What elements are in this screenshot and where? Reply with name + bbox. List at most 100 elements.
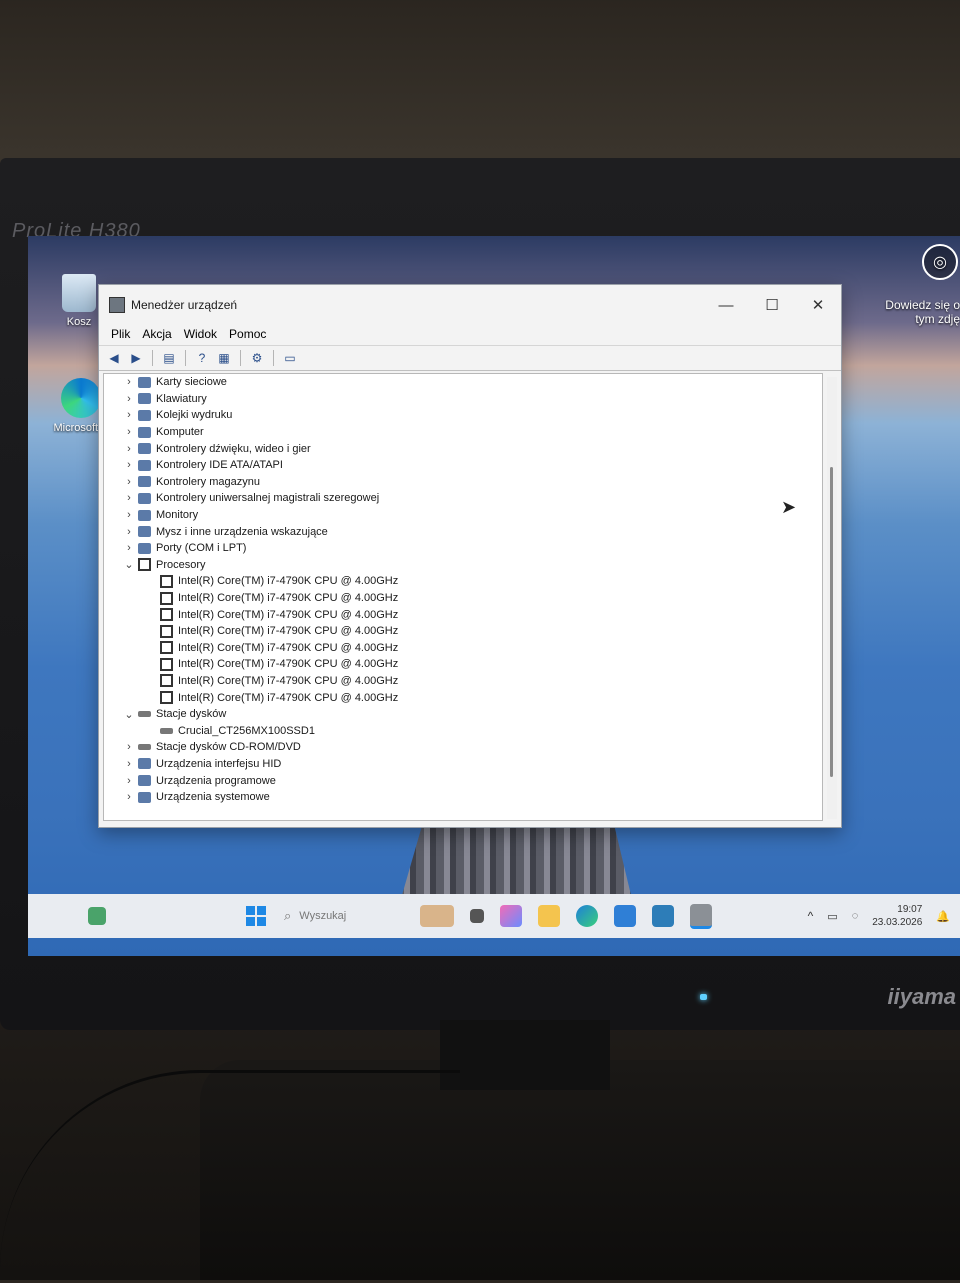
toolbar-divider — [273, 350, 274, 366]
monitor-icon[interactable]: ▭ — [281, 349, 299, 367]
tree-item[interactable]: › Komputer — [104, 424, 822, 441]
taskbar: ⌕ Wyszukaj ^ ▭ ◌ 19:07 23.03.2026 🔔 — [28, 894, 960, 938]
chevron-right-icon[interactable]: › — [122, 492, 136, 504]
scan-hardware-icon[interactable]: ⚙ — [248, 349, 266, 367]
tree-item-label: Urządzenia interfejsu HID — [156, 757, 282, 770]
cpu-icon — [160, 641, 173, 655]
tree-item[interactable]: Intel(R) Core(TM) i7-4790K CPU @ 4.00GHz — [104, 590, 822, 607]
keyboard-icon — [138, 393, 151, 405]
desktop-icon-label: Kosz — [66, 316, 92, 328]
chevron-right-icon[interactable]: › — [122, 741, 136, 753]
edge-taskbar-icon[interactable] — [576, 905, 598, 927]
copilot-icon[interactable] — [500, 905, 522, 927]
cpu-icon — [160, 691, 173, 705]
chevron-right-icon[interactable]: › — [122, 526, 136, 538]
menu-pomoc[interactable]: Pomoc — [223, 325, 272, 345]
clock[interactable]: 19:07 23.03.2026 — [872, 903, 922, 929]
chevron-right-icon[interactable]: › — [122, 409, 136, 421]
close-button[interactable]: ✕ — [795, 296, 841, 314]
tree-item-label: Intel(R) Core(TM) i7-4790K CPU @ 4.00GHz — [178, 625, 399, 638]
tree-item[interactable]: › Mysz i inne urządzenia wskazujące — [104, 523, 822, 540]
tree-item[interactable]: › Porty (COM i LPT) — [104, 540, 822, 557]
disk-drive-icon — [160, 727, 173, 734]
chevron-right-icon[interactable]: › — [122, 791, 136, 803]
task-view-icon[interactable] — [470, 909, 484, 923]
menu-widok[interactable]: Widok — [178, 325, 223, 345]
tree-item-label: Stacje dysków CD-ROM/DVD — [156, 741, 301, 754]
widgets-icon[interactable] — [88, 907, 106, 925]
chevron-right-icon[interactable]: › — [122, 393, 136, 405]
usb-icon — [138, 492, 151, 504]
chevron-down-icon[interactable]: ⌄ — [122, 708, 136, 721]
tree-item[interactable]: Intel(R) Core(TM) i7-4790K CPU @ 4.00GHz — [104, 606, 822, 623]
ide-controller-icon — [138, 459, 151, 471]
minimize-button[interactable]: — — [703, 297, 749, 314]
menu-akcja[interactable]: Akcja — [136, 325, 177, 345]
tree-item[interactable]: Crucial_CT256MX100SSD1 — [104, 722, 822, 739]
tree-item[interactable]: Intel(R) Core(TM) i7-4790K CPU @ 4.00GHz — [104, 656, 822, 673]
tree-item-label: Kontrolery magazynu — [156, 475, 260, 488]
chevron-right-icon[interactable]: › — [122, 376, 136, 388]
network-icon[interactable]: ▭ — [827, 910, 837, 923]
tree-item[interactable]: Intel(R) Core(TM) i7-4790K CPU @ 4.00GHz — [104, 573, 822, 590]
notification-bell-icon[interactable]: 🔔 — [936, 910, 950, 923]
tree-item[interactable]: Intel(R) Core(TM) i7-4790K CPU @ 4.00GHz — [104, 623, 822, 640]
tree-item[interactable]: › Kolejki wydruku — [104, 407, 822, 424]
tree-item[interactable]: › Monitory — [104, 507, 822, 524]
tree-item-label: Intel(R) Core(TM) i7-4790K CPU @ 4.00GHz — [178, 592, 399, 605]
tree-item[interactable]: › Urządzenia programowe — [104, 772, 822, 789]
help-icon[interactable]: ? — [193, 349, 211, 367]
menu-plik[interactable]: Plik — [105, 325, 136, 345]
chevron-right-icon[interactable]: › — [122, 476, 136, 488]
back-arrow-icon[interactable]: ◀ — [105, 349, 123, 367]
monitor-app-icon[interactable] — [652, 905, 674, 927]
printer-icon — [138, 409, 151, 421]
tree-item[interactable]: › Kontrolery uniwersalnej magistrali szer… — [104, 490, 822, 507]
maximize-button[interactable]: ☐ — [749, 296, 795, 314]
tree-item[interactable]: ⌄ Stacje dysków — [104, 706, 822, 723]
volume-icon[interactable]: ◌ — [852, 910, 859, 922]
title-bar[interactable]: Menedżer urządzeń — ☐ ✕ — [99, 285, 841, 325]
tree-item-label: Komputer — [156, 426, 204, 439]
search-icon: ⌕ — [284, 908, 292, 923]
chevron-right-icon[interactable]: › — [122, 775, 136, 787]
tree-item-label: Urządzenia programowe — [156, 774, 276, 787]
chevron-right-icon[interactable]: › — [122, 758, 136, 770]
tree-item[interactable]: › Klawiatury — [104, 391, 822, 408]
chevron-up-icon[interactable]: ^ — [808, 909, 814, 923]
tree-item[interactable]: › Stacje dysków CD-ROM/DVD — [104, 739, 822, 756]
tree-item[interactable]: › Kontrolery IDE ATA/ATAPI — [104, 457, 822, 474]
forward-arrow-icon[interactable]: ▶ — [127, 349, 145, 367]
tree-item-label: Kolejki wydruku — [156, 409, 233, 422]
chevron-right-icon[interactable]: › — [122, 542, 136, 554]
tree-item[interactable]: › Urządzenia interfejsu HID — [104, 756, 822, 773]
file-explorer-icon[interactable] — [538, 905, 560, 927]
tree-item[interactable]: › Kontrolery dźwięku, wideo i gier — [104, 440, 822, 457]
spotlight-panel[interactable]: ◎ Dowiedz się o tym zdję — [882, 244, 960, 326]
software-device-icon — [138, 775, 151, 787]
tree-item-label: Intel(R) Core(TM) i7-4790K CPU @ 4.00GHz — [178, 575, 399, 588]
tree-item[interactable]: › Kontrolery magazynu — [104, 474, 822, 491]
store-icon[interactable] — [614, 905, 636, 927]
tree-item[interactable]: › Urządzenia systemowe — [104, 789, 822, 806]
properties-icon[interactable]: ▦ — [215, 349, 233, 367]
chevron-right-icon[interactable]: › — [122, 459, 136, 471]
chevron-right-icon[interactable]: › — [122, 426, 136, 438]
device-tree[interactable]: › Karty sieciowe › Klawiatury › Kolejki wydru… — [103, 373, 823, 821]
tree-item[interactable]: Intel(R) Core(TM) i7-4790K CPU @ 4.00GHz — [104, 689, 822, 706]
tree-item[interactable]: Intel(R) Core(TM) i7-4790K CPU @ 4.00GHz — [104, 640, 822, 657]
show-hide-console-tree-icon[interactable]: ▤ — [160, 349, 178, 367]
tree-item[interactable]: ⌄ Procesory — [104, 557, 822, 574]
chevron-right-icon[interactable]: › — [122, 509, 136, 521]
tree-item[interactable]: Intel(R) Core(TM) i7-4790K CPU @ 4.00GHz — [104, 673, 822, 690]
search-box[interactable]: ⌕ Wyszukaj — [284, 908, 404, 924]
tree-item[interactable]: › Karty sieciowe — [104, 374, 822, 391]
scrollbar-thumb[interactable] — [830, 467, 833, 777]
device-manager-taskbar-icon[interactable] — [690, 903, 712, 929]
search-highlight-icon[interactable] — [420, 905, 454, 927]
vertical-scrollbar[interactable] — [827, 377, 837, 819]
tree-item-label: Karty sieciowe — [156, 376, 227, 389]
chevron-down-icon[interactable]: ⌄ — [122, 558, 136, 571]
start-button[interactable] — [246, 906, 266, 926]
chevron-right-icon[interactable]: › — [122, 443, 136, 455]
